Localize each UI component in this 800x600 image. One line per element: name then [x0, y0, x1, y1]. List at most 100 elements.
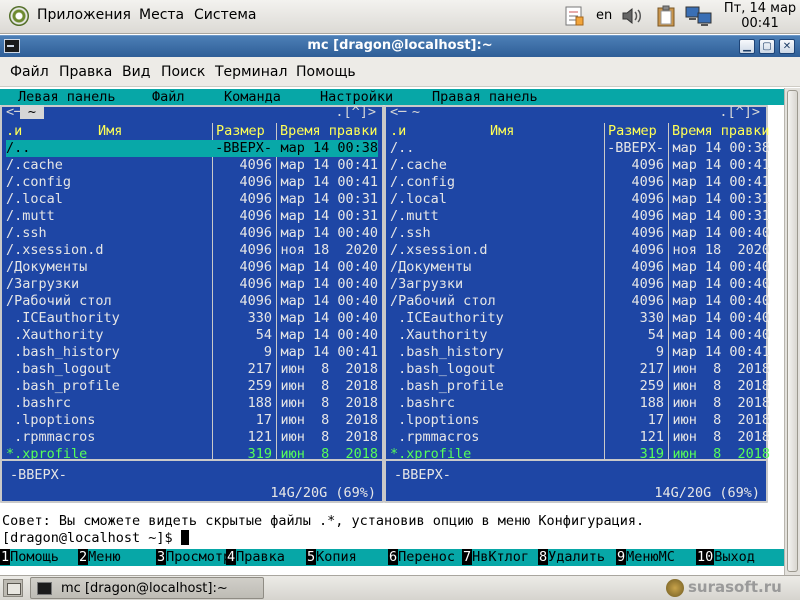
- right-panel[interactable]: <─ ~ .[^]> .и Имя Размер Время правки /.…: [384, 105, 770, 503]
- file-row[interactable]: /Рабочий стол 4096 мар 14 00:40: [6, 293, 378, 310]
- fkey-4[interactable]: 4Правка: [226, 549, 285, 566]
- file-row[interactable]: /.local 4096 мар 14 00:31: [390, 191, 770, 208]
- menu-terminal[interactable]: Терминал: [215, 64, 287, 80]
- fkey-10[interactable]: 10Выход: [696, 549, 755, 566]
- clock[interactable]: Пт, 14 мар 00:41: [722, 1, 798, 31]
- panel-status: -ВВЕРХ-: [10, 467, 67, 483]
- applications-menu[interactable]: Приложения: [37, 7, 131, 23]
- file-row[interactable]: /.local 4096 мар 14 00:31: [6, 191, 378, 208]
- file-row[interactable]: .bash_profile 259 июн 8 2018: [390, 378, 770, 395]
- file-row[interactable]: /.config 4096 мар 14 00:41: [6, 174, 378, 191]
- file-row[interactable]: .bash_logout 217 июн 8 2018: [390, 361, 770, 378]
- file-name: .lpoptions: [390, 412, 480, 428]
- fkey-8[interactable]: 8Удалить: [538, 549, 605, 566]
- maximize-button[interactable]: ▢: [759, 39, 775, 54]
- file-row[interactable]: /Документы 4096 мар 14 00:40: [390, 259, 770, 276]
- file-row[interactable]: /.cache 4096 мар 14 00:41: [6, 157, 378, 174]
- terminal-content[interactable]: Левая панель Файл Команда Настройки Прав…: [0, 88, 784, 575]
- file-row[interactable]: .Xauthority 54 мар 14 00:40: [6, 327, 378, 344]
- file-row[interactable]: .bash_history 9 мар 14 00:41: [390, 344, 770, 361]
- file-row[interactable]: /.ssh 4096 мар 14 00:40: [390, 225, 770, 242]
- places-menu[interactable]: Места: [139, 7, 184, 23]
- file-row[interactable]: .bash_logout 217 июн 8 2018: [6, 361, 378, 378]
- terminal-scrollbar[interactable]: [784, 88, 800, 575]
- fkey-label: Копия: [316, 549, 357, 565]
- file-row[interactable]: .ICEauthority 330 мар 14 00:40: [390, 310, 770, 327]
- taskbar-window-button[interactable]: mc [dragon@localhost]:~: [30, 577, 264, 599]
- column-sort-indicator[interactable]: .и: [6, 123, 22, 140]
- file-row[interactable]: /.config 4096 мар 14 00:41: [390, 174, 770, 191]
- fkey-5[interactable]: 5Копия: [306, 549, 357, 566]
- fkey-6[interactable]: 6Перенос: [388, 549, 455, 566]
- command-line[interactable]: [dragon@localhost ~]$: [2, 530, 189, 547]
- fkey-number: 7: [462, 549, 473, 565]
- file-row[interactable]: /.ssh 4096 мар 14 00:40: [6, 225, 378, 242]
- window-titlebar[interactable]: mc [dragon@localhost]:~ ▁ ▢ ✕: [0, 35, 800, 57]
- panel-path[interactable]: ~: [404, 105, 428, 119]
- file-row[interactable]: /.xsession.d 4096 ноя 18 2020: [390, 242, 770, 259]
- file-row[interactable]: .bash_profile 259 июн 8 2018: [6, 378, 378, 395]
- mc-menu-right-panel[interactable]: Правая панель: [432, 89, 538, 105]
- file-row[interactable]: /.cache 4096 мар 14 00:41: [390, 157, 770, 174]
- column-time-header[interactable]: Время правки: [280, 123, 378, 140]
- notes-icon[interactable]: [562, 4, 586, 28]
- file-row[interactable]: .ICEauthority 330 мар 14 00:40: [6, 310, 378, 327]
- column-size-header[interactable]: Размер: [608, 123, 657, 140]
- show-desktop-button[interactable]: [3, 579, 23, 597]
- column-sort-indicator[interactable]: .и: [390, 123, 406, 140]
- menu-help[interactable]: Помощь: [296, 64, 356, 80]
- file-name: /.mutt: [390, 208, 439, 224]
- network-icon[interactable]: [684, 4, 714, 28]
- fkey-2[interactable]: 2Меню: [78, 549, 121, 566]
- file-row[interactable]: .bashrc 188 июн 8 2018: [390, 395, 770, 412]
- file-row[interactable]: .bashrc 188 июн 8 2018: [6, 395, 378, 412]
- minimize-button[interactable]: ▁: [739, 39, 755, 54]
- distro-logo-icon[interactable]: [9, 6, 29, 26]
- fkey-3[interactable]: 3Просмотр: [156, 549, 231, 566]
- panel-path[interactable]: ~: [20, 105, 44, 119]
- close-button[interactable]: ✕: [779, 39, 795, 54]
- file-row[interactable]: .rpmmacros 121 июн 8 2018: [390, 429, 770, 446]
- file-row[interactable]: /.mutt 4096 мар 14 00:31: [6, 208, 378, 225]
- column-size-header[interactable]: Размер: [216, 123, 265, 140]
- menu-edit[interactable]: Правка: [59, 64, 112, 80]
- file-row[interactable]: /.xsession.d 4096 ноя 18 2020: [6, 242, 378, 259]
- column-time-header[interactable]: Время правки: [672, 123, 770, 140]
- file-row[interactable]: /Загрузки 4096 мар 14 00:40: [390, 276, 770, 293]
- file-row[interactable]: /.. -ВВЕРХ-мар 14 00:38: [390, 140, 770, 157]
- file-size: 54: [647, 327, 664, 343]
- file-row[interactable]: .bash_history 9 мар 14 00:41: [6, 344, 378, 361]
- fkey-7[interactable]: 7НвКтлог: [462, 549, 529, 566]
- file-row[interactable]: /Документы 4096 мар 14 00:40: [6, 259, 378, 276]
- panel-top-border: <─: [6, 104, 23, 120]
- mc-menu-left-panel[interactable]: Левая панель: [18, 89, 116, 105]
- file-row[interactable]: .rpmmacros 121 июн 8 2018: [6, 429, 378, 446]
- file-row[interactable]: .lpoptions 17 июн 8 2018: [6, 412, 378, 429]
- clipboard-icon[interactable]: [654, 4, 678, 28]
- file-row[interactable]: /.. -ВВЕРХ-мар 14 00:38: [6, 140, 378, 157]
- column-name-header[interactable]: Имя: [490, 123, 514, 140]
- file-name: /.local: [6, 191, 63, 207]
- fkey-9[interactable]: 9МенюМС: [616, 549, 675, 566]
- left-panel[interactable]: <─ ~ .[^]> .и Имя Размер Время правки /.…: [0, 105, 384, 503]
- fkey-1[interactable]: 1Помощь: [0, 549, 59, 566]
- menu-view[interactable]: Вид: [122, 64, 150, 80]
- volume-icon[interactable]: [620, 4, 644, 28]
- file-row[interactable]: /Рабочий стол 4096 мар 14 00:40: [390, 293, 770, 310]
- panel-history-marker[interactable]: .[^]>: [719, 105, 760, 119]
- file-row[interactable]: /.mutt 4096 мар 14 00:31: [390, 208, 770, 225]
- keyboard-layout-indicator[interactable]: en: [596, 8, 612, 23]
- file-row[interactable]: .Xauthority 54 мар 14 00:40: [390, 327, 770, 344]
- file-row[interactable]: .lpoptions 17 июн 8 2018: [390, 412, 770, 429]
- file-name: /Рабочий стол: [6, 293, 112, 309]
- mc-menu-file[interactable]: Файл: [152, 89, 185, 105]
- system-menu[interactable]: Система: [194, 7, 256, 23]
- mc-menu-settings[interactable]: Настройки: [320, 89, 393, 105]
- column-name-header[interactable]: Имя: [98, 123, 122, 140]
- file-row[interactable]: /Загрузки 4096 мар 14 00:40: [6, 276, 378, 293]
- scrollbar-thumb[interactable]: [787, 90, 798, 572]
- panel-history-marker[interactable]: .[^]>: [335, 105, 376, 119]
- mc-menu-command[interactable]: Команда: [224, 89, 281, 105]
- menu-file[interactable]: Файл: [10, 64, 49, 80]
- menu-search[interactable]: Поиск: [161, 64, 205, 80]
